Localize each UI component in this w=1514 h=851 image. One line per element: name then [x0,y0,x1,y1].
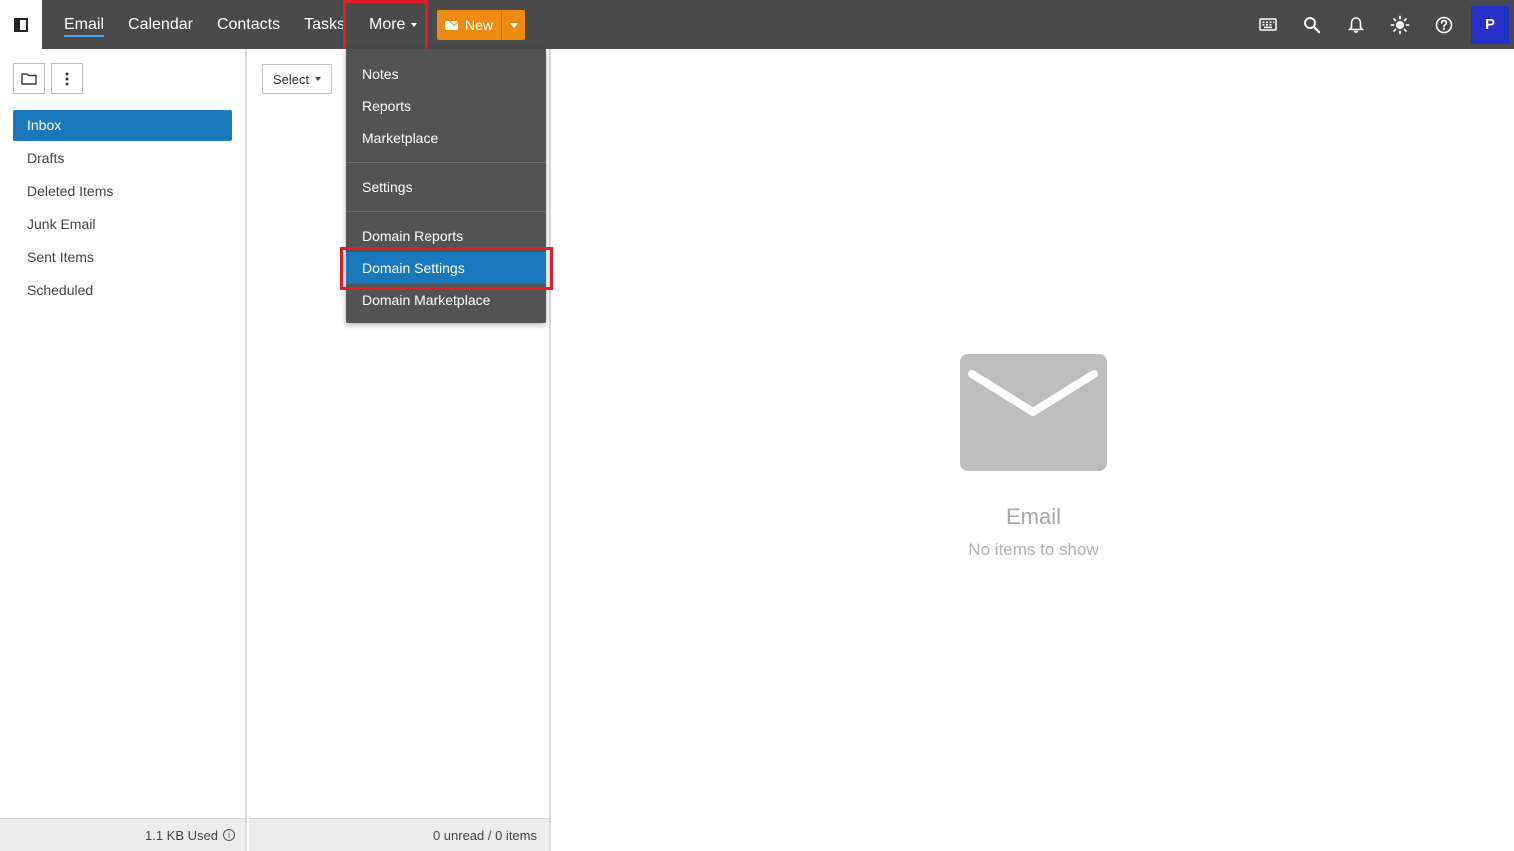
select-label: Select [272,71,310,87]
nav-email[interactable]: Email [52,0,116,49]
nav-more-label: More [369,16,406,33]
nav-calendar[interactable]: Calendar [116,0,205,49]
sun-icon [1390,15,1410,34]
nav-calendar-label: Calendar [128,16,193,33]
folder-sent-items[interactable]: Sent Items [13,242,232,273]
nav-tasks[interactable]: Tasks [292,0,357,49]
menu-item-notes[interactable]: Notes [346,58,546,90]
theme-toggle-button[interactable] [1378,0,1422,49]
menu-divider [346,211,546,212]
folder-options-button[interactable] [51,63,83,94]
menu-item-domain-reports[interactable]: Domain Reports [346,220,546,252]
nav-more-button[interactable]: More [357,0,429,49]
empty-state-subtitle: No items to show [968,540,1099,559]
help-icon [1435,16,1453,33]
folder-list: Inbox Drafts Deleted Items Junk Email Se… [13,110,232,308]
chevron-down-icon [411,22,418,27]
menu-item-settings[interactable]: Settings [346,171,546,203]
preview-pane: Email No items to show [553,49,1514,851]
folder-drafts[interactable]: Drafts [13,143,232,174]
folder-icon [21,73,37,85]
search-icon [1304,16,1321,33]
keyboard-icon [1259,18,1277,31]
list-status-footer: 0 unread / 0 items [249,818,549,851]
select-dropdown-button[interactable]: Select [262,64,332,94]
menu-item-domain-settings[interactable]: Domain Settings [346,252,546,284]
menu-item-domain-marketplace[interactable]: Domain Marketplace [346,284,546,316]
chevron-down-icon [509,22,518,28]
nav-contacts[interactable]: Contacts [205,0,292,49]
envelope-icon [960,354,1107,471]
folder-junk-email[interactable]: Junk Email [13,209,232,240]
menu-item-reports[interactable]: Reports [346,90,546,122]
nav-contacts-label: Contacts [216,16,281,33]
folder-inbox[interactable]: Inbox [13,110,232,141]
bell-icon [1348,16,1364,33]
main-nav: Email Calendar Contacts Tasks More [52,0,429,49]
menu-item-marketplace[interactable]: Marketplace [346,122,546,154]
new-email-button[interactable]: New [437,10,501,40]
search-button[interactable] [1290,0,1334,49]
top-right-toolbar: P [1246,0,1514,49]
folder-pane: Inbox Drafts Deleted Items Junk Email Se… [0,49,247,851]
folder-scheduled[interactable]: Scheduled [13,275,232,306]
sidebar-toggle-icon [14,17,28,32]
new-dropdown-button[interactable] [501,10,525,40]
info-icon[interactable]: i [223,829,235,841]
folder-button[interactable] [13,63,45,94]
nav-tasks-label: Tasks [304,16,345,33]
more-dropdown-menu: Notes Reports Marketplace Settings Domai… [346,49,546,323]
storage-footer: 1.1 KB Used i [0,818,245,851]
unread-count-text: 0 unread / 0 items [432,827,537,843]
sidebar-toggle-button[interactable] [0,0,42,49]
more-vertical-icon [65,72,69,85]
chevron-down-icon [315,77,322,81]
nav-email-label: Email [64,16,105,37]
help-button[interactable] [1422,0,1466,49]
top-bar: Email Calendar Contacts Tasks More New P [0,0,1514,49]
folder-deleted-items[interactable]: Deleted Items [13,176,232,207]
envelope-icon [444,20,458,30]
user-avatar-button[interactable]: P [1471,5,1509,44]
avatar-initial: P [1484,16,1495,33]
new-button-label: New [464,17,493,33]
empty-state-title: Email [1005,504,1061,529]
menu-divider [346,162,546,163]
new-button-group: New [437,10,525,40]
notifications-button[interactable] [1334,0,1378,49]
storage-used-text: 1.1 KB Used [145,827,218,843]
keyboard-shortcuts-button[interactable] [1246,0,1290,49]
